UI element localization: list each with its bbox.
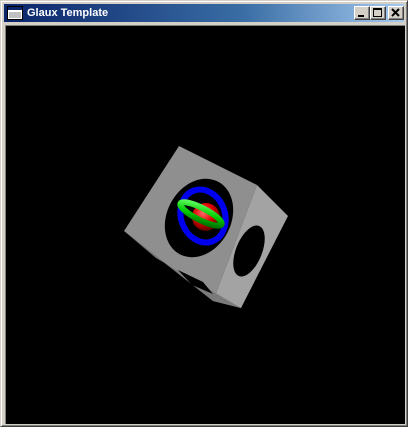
app-window: Glaux Template <box>0 0 408 427</box>
close-button[interactable] <box>388 6 404 20</box>
opengl-viewport[interactable] <box>5 25 405 424</box>
rotating-cube-scene <box>124 146 288 308</box>
maximize-icon <box>373 8 382 17</box>
minimize-icon <box>358 15 364 17</box>
minimize-button[interactable] <box>354 6 370 20</box>
window-title: Glaux Template <box>27 7 109 19</box>
close-icon <box>391 8 400 17</box>
title-bar[interactable]: Glaux Template <box>4 4 404 22</box>
maximize-button[interactable] <box>370 6 386 20</box>
window-app-icon[interactable] <box>7 6 23 20</box>
